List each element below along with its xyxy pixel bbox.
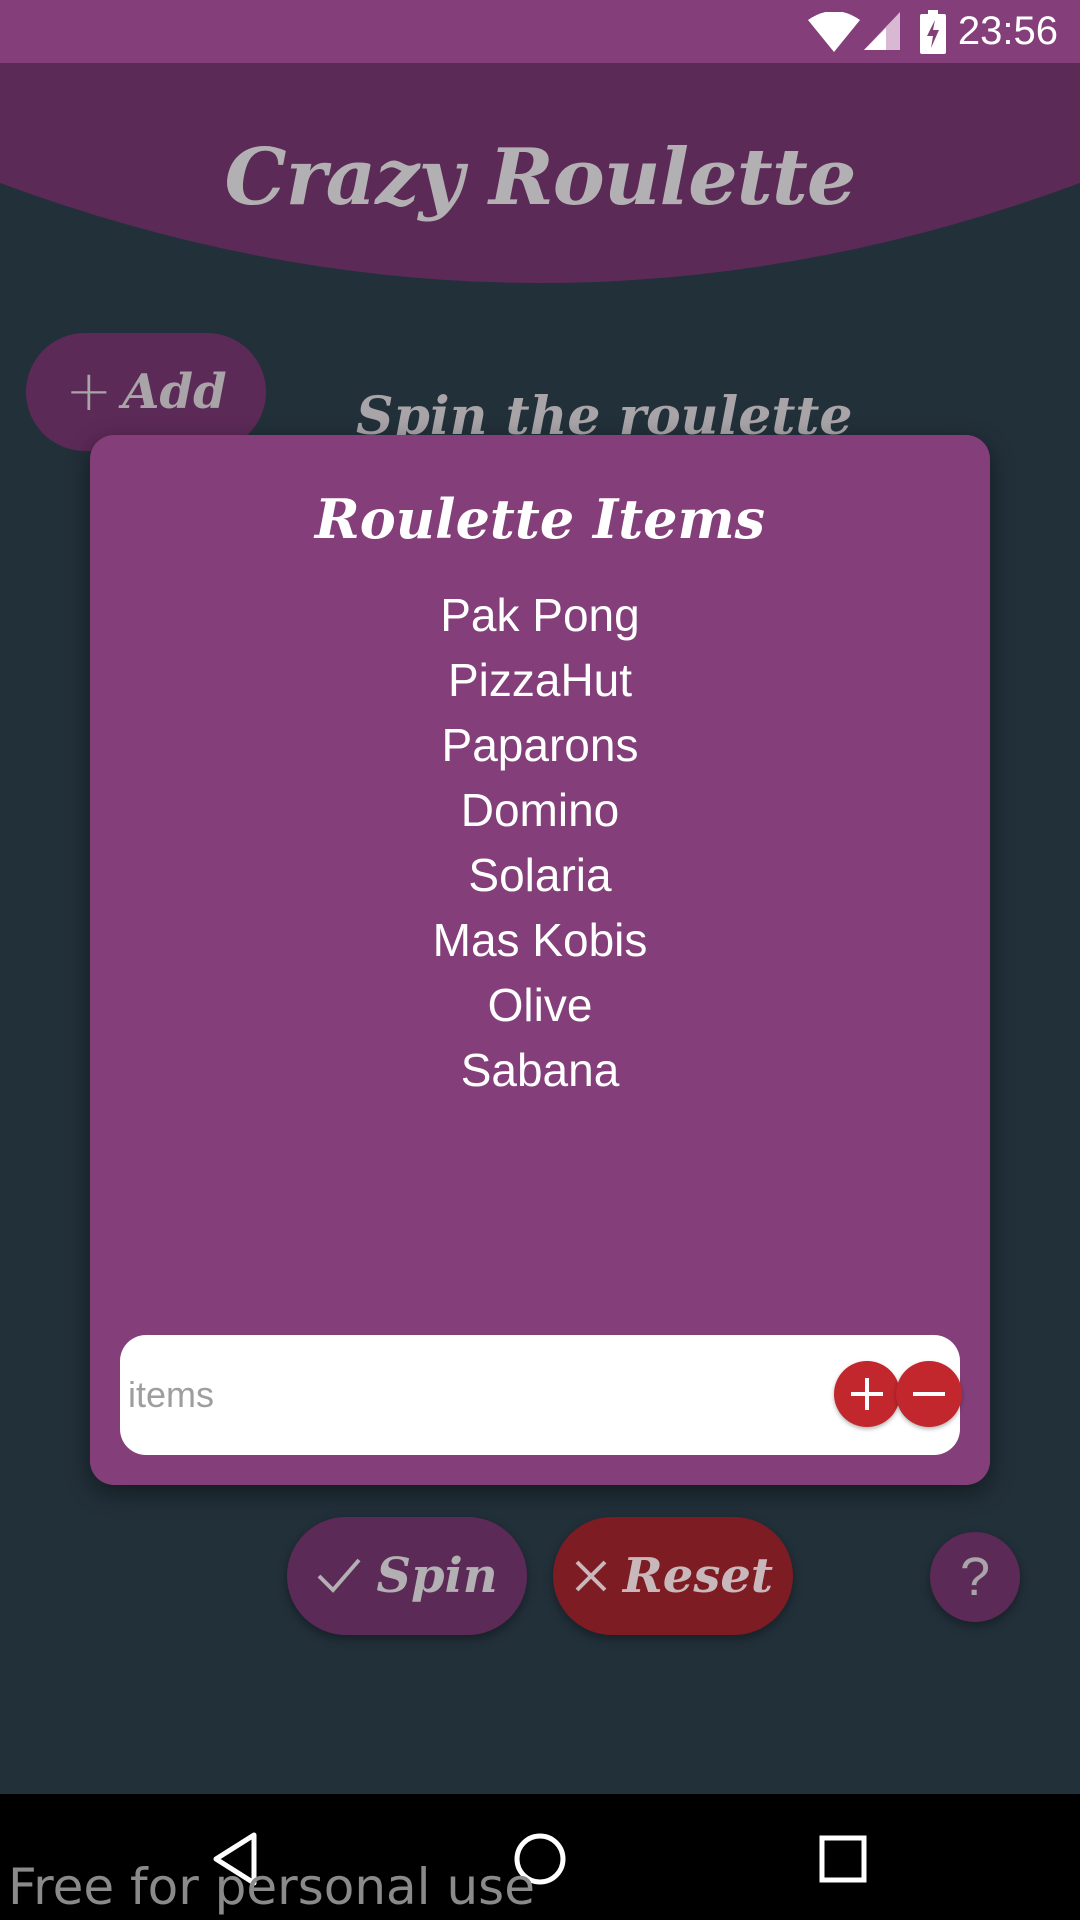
app-title: Crazy Roulette: [224, 132, 857, 223]
add-button[interactable]: + Add: [26, 333, 266, 451]
reset-button[interactable]: Reset: [553, 1517, 793, 1635]
status-time: 23:56: [957, 9, 1058, 53]
close-icon: [575, 1560, 607, 1592]
list-item[interactable]: Domino: [90, 778, 990, 843]
spin-button[interactable]: Spin: [287, 1517, 527, 1635]
item-input-bar: [120, 1335, 962, 1455]
recents-icon: [819, 1835, 867, 1883]
add-item-button[interactable]: [834, 1361, 900, 1427]
status-bar: 23:56: [0, 0, 1080, 63]
list-item[interactable]: Mas Kobis: [90, 908, 990, 973]
add-button-label: Add: [122, 364, 227, 420]
minus-icon: [913, 1392, 945, 1396]
list-item[interactable]: Sabana: [90, 1038, 990, 1103]
items-list: Pak Pong PizzaHut Paparons Domino Solari…: [90, 583, 990, 1103]
reset-button-label: Reset: [622, 1548, 774, 1604]
battery-charging-icon: [920, 10, 946, 54]
nav-recents-button[interactable]: [803, 1824, 883, 1894]
plus-icon: [851, 1378, 883, 1410]
item-input[interactable]: [128, 1335, 818, 1455]
list-item[interactable]: Pak Pong: [90, 583, 990, 648]
roulette-items-dialog: Roulette Items Pak Pong PizzaHut Paparon…: [90, 435, 990, 1485]
dialog-title: Roulette Items: [314, 487, 766, 551]
signal-icon: [864, 12, 900, 50]
spin-button-label: Spin: [376, 1548, 498, 1604]
wifi-icon: [808, 12, 860, 52]
list-item[interactable]: Solaria: [90, 843, 990, 908]
list-item[interactable]: Paparons: [90, 713, 990, 778]
check-icon: [317, 1558, 361, 1593]
help-button[interactable]: ?: [930, 1532, 1020, 1622]
remove-item-button[interactable]: [896, 1361, 962, 1427]
list-item[interactable]: PizzaHut: [90, 648, 990, 713]
list-item[interactable]: Olive: [90, 973, 990, 1038]
watermark: Free for personal use: [8, 1858, 535, 1916]
add-icon: +: [65, 359, 113, 424]
